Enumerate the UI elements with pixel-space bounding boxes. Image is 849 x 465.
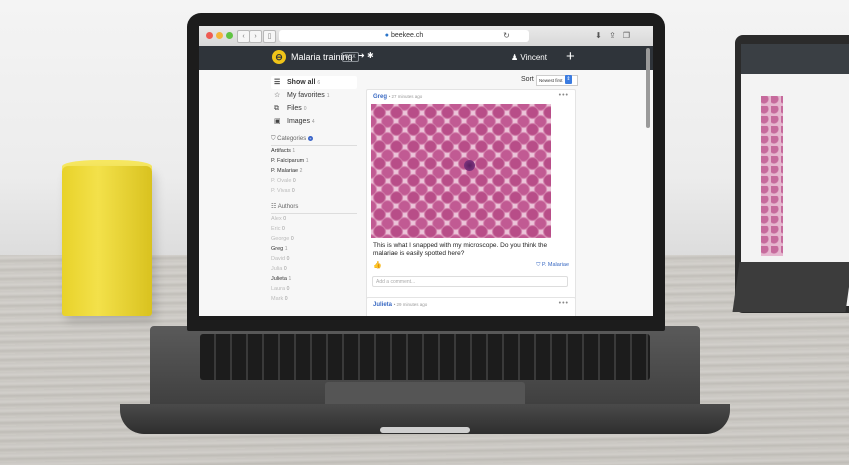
category-item[interactable]: P. Vivax 0 [271,186,357,196]
reload-icon[interactable]: ↻ [501,30,512,41]
post-card: Greg • 27 minutes ago ••• This is what I… [366,89,576,306]
user-menu[interactable]: ♟ Vincent [511,53,547,62]
add-post-button[interactable]: + [566,48,575,65]
more-options-icon[interactable]: ••• [559,300,569,307]
forward-icon[interactable]: › [249,30,262,43]
close-window-button[interactable] [206,32,213,39]
sidebar: ☰ Show all 6 ☆ My favorites 1 ⧉ Files 0 … [271,76,357,304]
category-item[interactable]: Artifacts 1 [271,146,357,156]
maximize-window-button[interactable] [226,32,233,39]
post-time: • 29 minutes ago [393,302,428,307]
minimize-window-button[interactable] [216,32,223,39]
parasite-cell [464,160,475,171]
post-header: Greg • 27 minutes ago [373,94,422,100]
browser-toolbar: ‹ › ▯ ● beekee.ch ↻ ⬇ ⇪ ❐ [199,26,653,47]
author-item[interactable]: David 0 [271,254,357,264]
sidebar-item-images[interactable]: ▣ Images 4 [271,115,357,128]
sidebar-item-label: Files [287,105,302,112]
tabs-icon[interactable]: ❐ [621,30,632,41]
sidebar-item-show-all[interactable]: ☰ Show all 6 [271,76,357,89]
add-category-button[interactable]: + [307,135,313,141]
post-text: This is what I snapped with my microscop… [373,242,548,257]
authors-title: Authors [277,204,299,210]
address-bar[interactable]: ● beekee.ch [279,30,529,42]
second-laptop-base [732,262,849,312]
author-item[interactable]: George 0 [271,234,357,244]
box-badge: BOX [342,52,359,62]
list-icon: ☰ [274,79,281,86]
user-name: Vincent [520,53,547,62]
share-icon[interactable]: ⇪ [607,30,618,41]
logout-icon[interactable]: ➜ [358,51,365,60]
sidebar-item-favorites[interactable]: ☆ My favorites 1 [271,89,357,102]
files-icon: ⧉ [274,105,279,112]
author-item[interactable]: Julieta 1 [271,274,357,284]
users-icon: ☷ [271,204,278,210]
categories-title: Categories [277,136,307,142]
yellow-vase [62,166,152,316]
site-icon: ● [384,32,389,39]
post-tag-label: P. Malariae [541,262,569,268]
post-author[interactable]: Julieta [373,302,392,308]
sidebar-icon[interactable]: ▯ [263,30,276,43]
app-header: ⊖ Malaria training BOX ➜ ✱ ♟ Vincent + [199,46,653,70]
star-icon: ☆ [274,92,281,99]
user-icon: ♟ [511,53,521,62]
author-item[interactable]: Eric 0 [271,224,357,234]
author-item[interactable]: Alex 0 [271,214,357,224]
sidebar-item-files[interactable]: ⧉ Files 0 [271,102,357,115]
beekee-logo-icon: ⊖ [272,50,286,64]
authors-heading: ☷ Authors [271,202,357,214]
categories-heading: ⛉ Categories + [271,134,357,146]
post-author[interactable]: Greg [373,94,387,100]
sort-label: Sort [521,76,534,83]
category-item[interactable]: P. Malariae 2 [271,166,357,176]
comment-input[interactable]: Add a comment... [372,276,568,287]
sidebar-item-count: 6 [317,80,321,86]
url-text: beekee.ch [390,32,424,39]
second-laptop-image [761,96,783,256]
post-time: • 27 minutes ago [388,94,423,99]
post-header: Julieta • 29 minutes ago [373,302,427,308]
sidebar-item-count: 0 [303,106,307,112]
blood-smear-image[interactable] [371,104,551,238]
sidebar-item-label: Images [287,118,310,125]
image-icon: ▣ [274,118,281,125]
like-icon[interactable]: 👍 [373,261,382,269]
author-item[interactable]: Laura 0 [271,284,357,294]
laptop-notch [380,427,470,433]
sidebar-item-count: 4 [311,119,315,125]
author-item[interactable]: Mark 0 [271,294,357,304]
settings-icon[interactable]: ✱ [367,51,374,60]
more-options-icon[interactable]: ••• [559,92,569,99]
post-card: Julieta • 29 minutes ago ••• [366,297,576,316]
sidebar-item-label: Show all [287,79,316,86]
category-item[interactable]: P. Falciparum 1 [271,156,357,166]
sidebar-item-count: 1 [326,93,330,99]
sidebar-item-label: My favorites [287,92,325,99]
post-tag[interactable]: ⛉ P. Malariae [536,262,569,269]
chevron-down-icon[interactable]: ⇕ [565,75,572,84]
laptop-keyboard [200,334,650,380]
page-scrollbar[interactable] [646,48,650,128]
laptop-screen: ‹ › ▯ ● beekee.ch ↻ ⬇ ⇪ ❐ ⊖ Malaria train… [199,26,653,316]
author-item[interactable]: Julia 0 [271,264,357,274]
author-item[interactable]: Greg 1 [271,244,357,254]
category-item[interactable]: P. Ovale 0 [271,176,357,186]
second-laptop-header [741,44,849,74]
download-icon[interactable]: ⬇ [593,30,604,41]
